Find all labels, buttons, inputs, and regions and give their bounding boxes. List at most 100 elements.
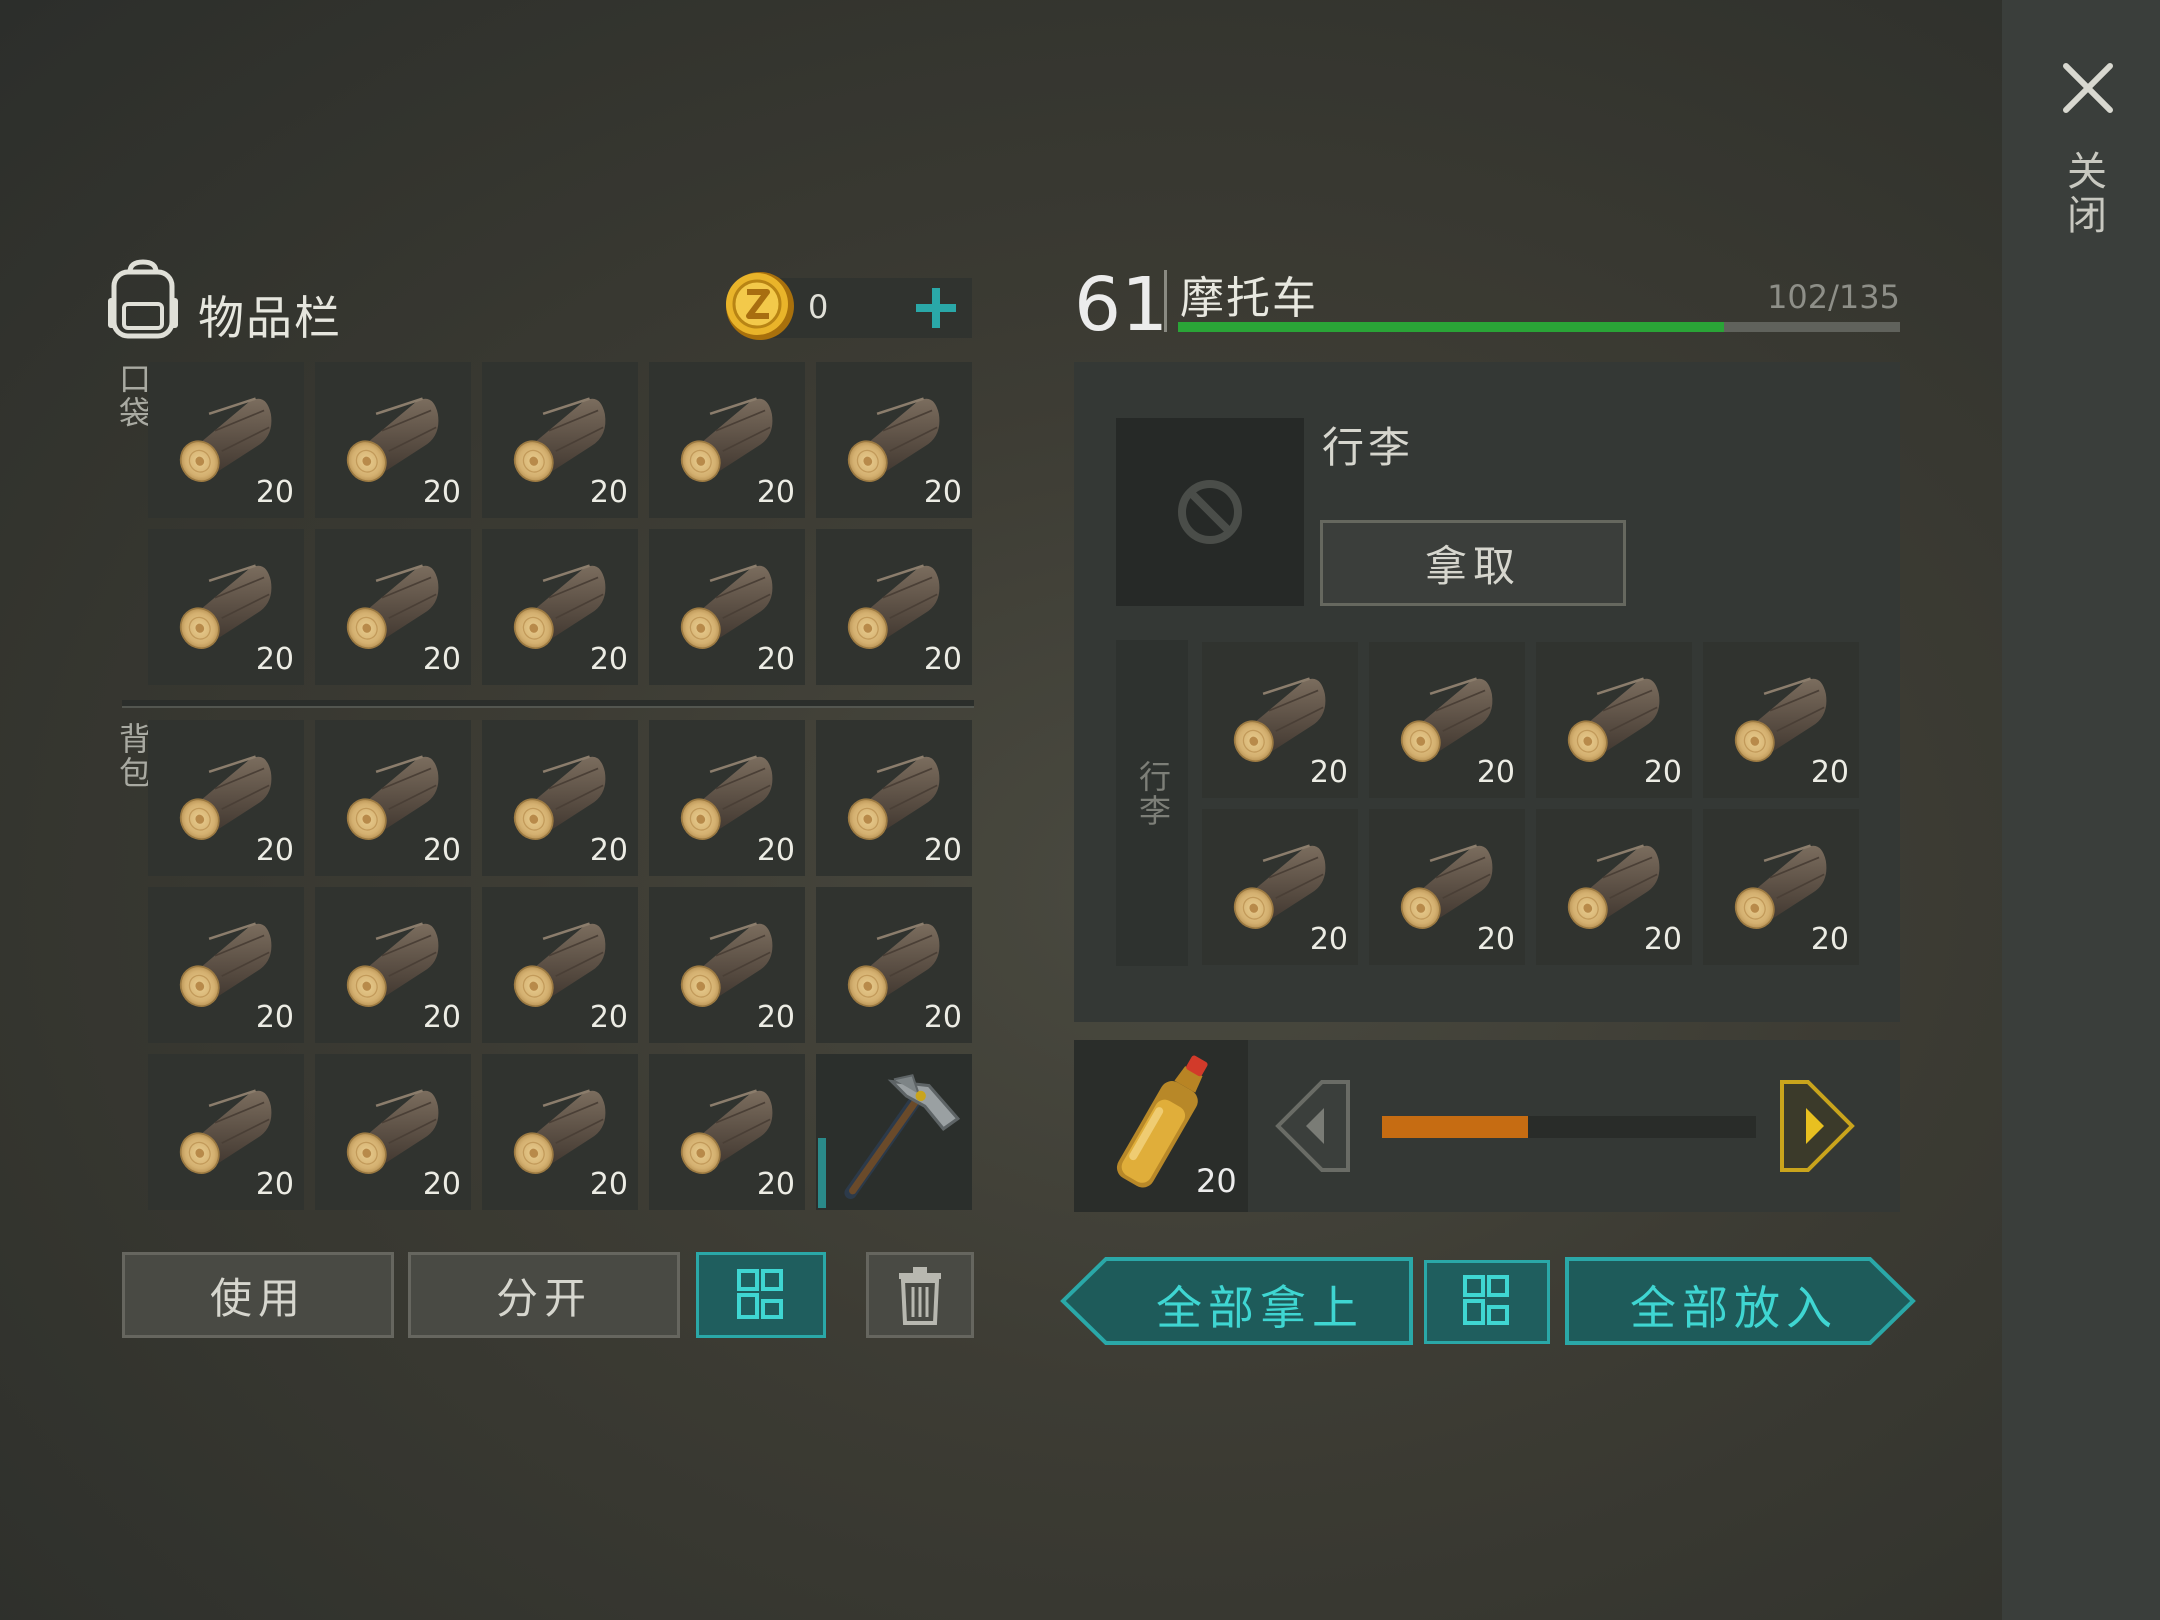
- log-icon: [172, 397, 273, 490]
- backpack-slot[interactable]: 20: [482, 720, 638, 876]
- close-strip: [2002, 0, 2160, 1620]
- use-button[interactable]: 使用: [122, 1252, 394, 1338]
- fuel-increase-button[interactable]: [1774, 1078, 1858, 1174]
- close-button[interactable]: [2060, 60, 2116, 116]
- log-icon: [673, 755, 774, 848]
- log-icon: [339, 564, 440, 657]
- vehicle-capacity-text: 102/135: [1767, 278, 1900, 316]
- coin-icon: [722, 268, 796, 342]
- log-icon: [506, 922, 607, 1015]
- luggage-equip-slot[interactable]: [1116, 418, 1304, 606]
- backpack-slot[interactable]: 20: [816, 720, 972, 876]
- fuel-slider[interactable]: [1382, 1116, 1756, 1138]
- backpack-slot[interactable]: 20: [649, 887, 805, 1043]
- backpack-slot[interactable]: [816, 1054, 972, 1210]
- luggage-slot[interactable]: 20: [1202, 809, 1358, 965]
- take-button[interactable]: 拿取: [1320, 520, 1626, 606]
- log-icon: [339, 1089, 440, 1182]
- backpack-slot[interactable]: 20: [148, 720, 304, 876]
- backpack-slot[interactable]: 20: [148, 887, 304, 1043]
- slot-quantity: 20: [756, 1167, 795, 1202]
- pocket-slot[interactable]: 20: [315, 529, 471, 685]
- slot-quantity: 20: [923, 475, 962, 510]
- backpack-slot[interactable]: 20: [649, 1054, 805, 1210]
- inventory-title: 物品栏: [198, 291, 342, 345]
- log-icon: [673, 1089, 774, 1182]
- fuel-decrease-button[interactable]: [1272, 1078, 1356, 1174]
- slot-quantity: 20: [422, 1000, 461, 1035]
- luggage-slot[interactable]: 20: [1703, 809, 1859, 965]
- slot-quantity: 20: [589, 833, 628, 868]
- slot-quantity: 20: [255, 833, 294, 868]
- slot-quantity: 20: [255, 642, 294, 677]
- log-icon: [172, 755, 273, 848]
- pocket-slot[interactable]: 20: [482, 362, 638, 518]
- pocket-slot[interactable]: 20: [649, 529, 805, 685]
- luggage-slot[interactable]: 20: [1703, 642, 1859, 798]
- log-icon: [1226, 844, 1327, 937]
- pocket-slot[interactable]: 20: [649, 362, 805, 518]
- log-icon: [339, 755, 440, 848]
- luggage-slot[interactable]: 20: [1369, 642, 1525, 798]
- slot-quantity: 20: [923, 642, 962, 677]
- take-all-button[interactable]: 全部拿上: [1060, 1256, 1414, 1346]
- backpack-slot[interactable]: 20: [315, 1054, 471, 1210]
- log-icon: [673, 397, 774, 490]
- sort-inventory-button[interactable]: [696, 1252, 826, 1338]
- backpack-slot[interactable]: 20: [482, 1054, 638, 1210]
- pocket-slot[interactable]: 20: [148, 529, 304, 685]
- put-all-button[interactable]: 全部放入: [1564, 1256, 1916, 1346]
- log-icon: [506, 755, 607, 848]
- slot-quantity: 20: [756, 833, 795, 868]
- close-label[interactable]: 关闭: [2060, 150, 2112, 238]
- backpack-slot[interactable]: 20: [315, 720, 471, 876]
- backpack-slot[interactable]: 20: [816, 887, 972, 1043]
- close-icon: [2063, 63, 2113, 113]
- backpack-slot[interactable]: 20: [315, 887, 471, 1043]
- slot-quantity: 20: [589, 475, 628, 510]
- blocked-icon: [1178, 480, 1242, 544]
- sort-grid-icon: [1463, 1275, 1509, 1325]
- slot-quantity: 20: [589, 1167, 628, 1202]
- vehicle-level: 61: [1074, 262, 1169, 348]
- backpack-slot[interactable]: 20: [148, 1054, 304, 1210]
- sort-container-button[interactable]: [1424, 1260, 1550, 1344]
- pocket-slot[interactable]: 20: [148, 362, 304, 518]
- slot-quantity: 20: [1810, 922, 1849, 957]
- arrow-right-icon: [1780, 1080, 1855, 1172]
- slot-quantity: 20: [1309, 922, 1348, 957]
- backpack-slot[interactable]: 20: [649, 720, 805, 876]
- backpack-slot[interactable]: 20: [482, 887, 638, 1043]
- slot-quantity: 20: [1643, 922, 1682, 957]
- slot-quantity: 20: [1476, 922, 1515, 957]
- log-icon: [840, 755, 941, 848]
- trash-icon: [899, 1267, 941, 1325]
- selection-indicator: [818, 1138, 826, 1208]
- luggage-slot[interactable]: 20: [1202, 642, 1358, 798]
- add-coins-button[interactable]: [906, 278, 966, 338]
- luggage-slot[interactable]: 20: [1536, 642, 1692, 798]
- slot-quantity: 20: [756, 475, 795, 510]
- fuel-slider-fill: [1382, 1116, 1528, 1138]
- slot-quantity: 20: [756, 642, 795, 677]
- slot-quantity: 20: [923, 833, 962, 868]
- log-icon: [840, 564, 941, 657]
- pocket-slot[interactable]: 20: [482, 529, 638, 685]
- fuel-quantity: 20: [1196, 1162, 1237, 1200]
- luggage-slot[interactable]: 20: [1536, 809, 1692, 965]
- trash-button[interactable]: [866, 1252, 974, 1338]
- slot-quantity: 20: [422, 833, 461, 868]
- split-button[interactable]: 分开: [408, 1252, 680, 1338]
- slot-quantity: 20: [756, 1000, 795, 1035]
- log-icon: [506, 1089, 607, 1182]
- log-icon: [840, 922, 941, 1015]
- log-icon: [673, 564, 774, 657]
- log-icon: [673, 922, 774, 1015]
- pocket-slot[interactable]: 20: [315, 362, 471, 518]
- log-icon: [1393, 844, 1494, 937]
- luggage-slot[interactable]: 20: [1369, 809, 1525, 965]
- pocket-slot[interactable]: 20: [816, 362, 972, 518]
- log-icon: [172, 564, 273, 657]
- pocket-slot[interactable]: 20: [816, 529, 972, 685]
- log-icon: [172, 922, 273, 1015]
